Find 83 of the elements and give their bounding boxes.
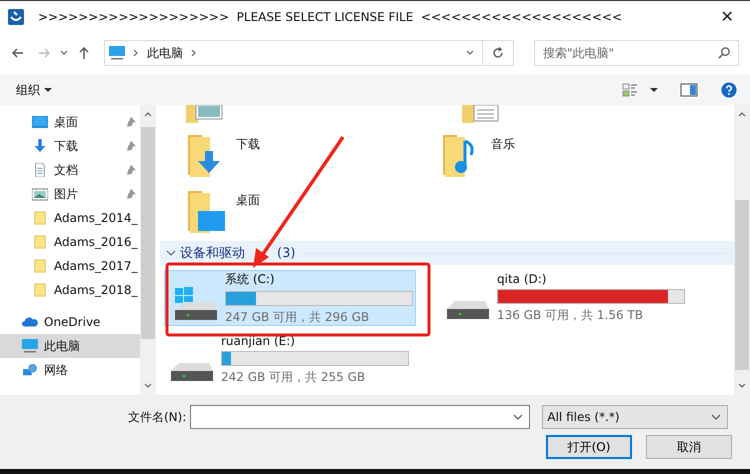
sidebar-item[interactable]: OneDrive xyxy=(0,310,140,334)
file-name-label: 文件名(N): xyxy=(128,408,186,426)
drive-icon xyxy=(445,300,489,320)
chevron-icon xyxy=(133,49,139,57)
app-icon xyxy=(8,9,24,25)
drive-icon xyxy=(169,362,213,382)
document-icon xyxy=(32,163,48,177)
sidebar-item[interactable]: Adams_2016_ xyxy=(0,230,140,254)
caret-icon xyxy=(44,86,52,94)
drive-capacity: 247 GB 可用，共 296 GB xyxy=(225,308,370,326)
up-icon[interactable] xyxy=(77,46,91,60)
file-type-dropdown[interactable]: All files (*.*) xyxy=(542,405,728,429)
computer-icon xyxy=(22,339,38,353)
sidebar-item[interactable]: 图片 xyxy=(0,182,140,206)
sidebar-item[interactable]: Adams_2014_ xyxy=(0,206,140,230)
section-title: 设备和驱动 xyxy=(180,245,245,262)
back-icon[interactable] xyxy=(11,46,25,60)
drive-name: qita (D:) xyxy=(497,272,548,286)
folder-icon xyxy=(32,211,48,225)
address-bar[interactable]: 此电脑 xyxy=(104,40,514,66)
organize-menu-button[interactable]: 组织 xyxy=(16,82,52,98)
folder-icon xyxy=(32,259,48,273)
drive-item[interactable]: qita (D:) 136 GB 可用，共 1.56 TB xyxy=(436,270,692,326)
download-arrow-icon xyxy=(32,139,48,153)
scrollbar[interactable] xyxy=(140,105,156,395)
image-icon xyxy=(32,187,48,201)
folder-name: 桌面 xyxy=(236,192,260,209)
desktop-icon xyxy=(32,115,48,129)
scroll-down-icon[interactable] xyxy=(144,383,152,389)
sidebar-item[interactable]: Adams_2017_ xyxy=(0,254,140,278)
drive-item[interactable]: ruanjian (E:) 242 GB 可用，共 255 GB xyxy=(160,332,416,388)
drive-capacity: 242 GB 可用，共 255 GB xyxy=(221,369,366,386)
dropdown-icon[interactable] xyxy=(466,49,474,57)
drive-name: ruanjian (E:) xyxy=(221,334,296,348)
breadcrumb[interactable]: 此电脑 xyxy=(147,44,183,62)
sidebar-item[interactable]: 下载 xyxy=(0,134,140,158)
dropdown-icon[interactable] xyxy=(650,86,658,94)
caret-icon xyxy=(711,414,722,420)
chevron-icon xyxy=(166,249,176,257)
help-icon[interactable] xyxy=(720,82,738,98)
scroll-down-icon[interactable] xyxy=(738,383,746,389)
cancel-button[interactable]: 取消 xyxy=(646,435,732,459)
folder-item[interactable]: 音乐 xyxy=(415,133,670,177)
pin-icon[interactable] xyxy=(126,165,136,175)
folder-name: 下载 xyxy=(236,136,260,153)
search-field[interactable]: 搜索"此电脑" xyxy=(534,40,739,66)
scroll-up-icon[interactable] xyxy=(738,111,746,117)
scrollbar[interactable] xyxy=(734,105,750,395)
folder-item[interactable]: 下载 xyxy=(160,133,415,177)
folder-name: 音乐 xyxy=(491,136,515,153)
folder-icon xyxy=(32,235,48,249)
dropdown-icon[interactable] xyxy=(60,49,68,57)
close-button[interactable]: ✕ xyxy=(704,2,750,32)
drive-item[interactable]: 系统 (C:) 247 GB 可用，共 296 GB xyxy=(164,270,416,326)
scroll-up-icon[interactable] xyxy=(144,111,152,117)
sidebar-item[interactable]: 此电脑 xyxy=(0,334,140,358)
system-drive-icon xyxy=(173,286,217,320)
refresh-icon[interactable] xyxy=(491,46,505,60)
preview-pane-icon[interactable] xyxy=(680,82,698,98)
sidebar-item[interactable]: Adams_2018_ xyxy=(0,278,140,302)
chevron-icon xyxy=(191,49,197,57)
open-button[interactable]: 打开(O) xyxy=(546,435,632,459)
sidebar-item[interactable]: 文档 xyxy=(0,158,140,182)
view-options-icon[interactable] xyxy=(622,82,640,98)
computer-icon xyxy=(109,46,125,60)
cloud-icon xyxy=(22,315,38,329)
section-header[interactable]: 设备和驱动 (3) xyxy=(160,241,734,265)
dropdown-icon[interactable] xyxy=(513,414,524,420)
folder-icon xyxy=(32,283,48,297)
drive-capacity: 136 GB 可用，共 1.56 TB xyxy=(497,307,644,324)
folder-item[interactable]: 桌面 xyxy=(160,189,415,233)
pin-icon[interactable] xyxy=(126,141,136,151)
folder-icon xyxy=(186,189,226,233)
file-name-field[interactable] xyxy=(190,405,530,429)
sidebar-item[interactable]: 网络 xyxy=(0,358,140,382)
search-icon xyxy=(718,46,731,59)
pin-icon[interactable] xyxy=(126,117,136,127)
item-count: (3) xyxy=(277,246,296,260)
network-icon xyxy=(22,363,38,377)
window-title: >>>>>>>>>>>>>>>>>>> PLEASE SELECT LICENSE FILE <<<<<<<<<<<<<<<<<<<< xyxy=(38,10,623,24)
sidebar-item[interactable]: 桌面 xyxy=(0,110,140,134)
pin-icon[interactable] xyxy=(126,189,136,199)
drive-name: 系统 (C:) xyxy=(225,270,276,288)
